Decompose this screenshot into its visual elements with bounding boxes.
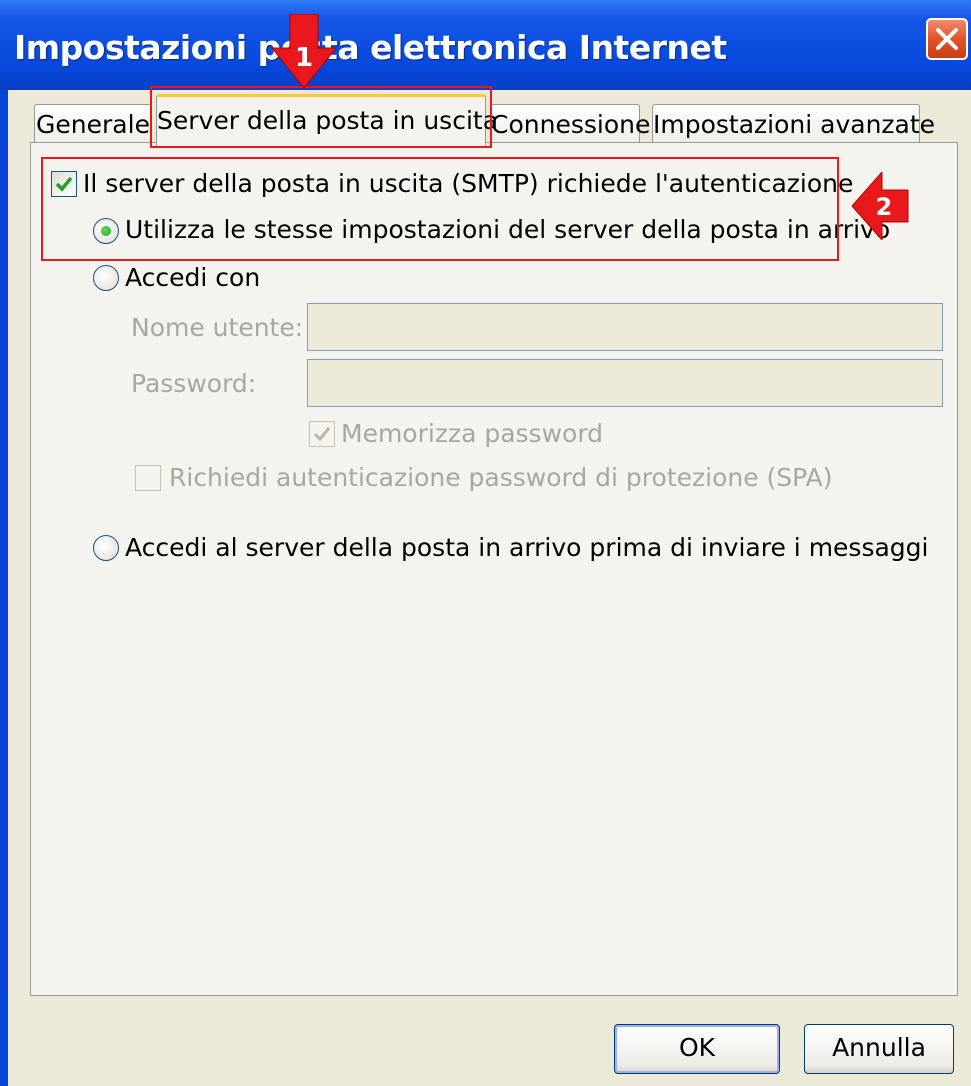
step-2-arrow-icon: 2: [851, 170, 910, 244]
tab-panel: Il server della posta in uscita (SMTP) r…: [30, 142, 958, 996]
tab-generale[interactable]: Generale: [34, 104, 152, 146]
spa-checkbox[interactable]: [135, 465, 161, 491]
tab-impostazioni-avanzate[interactable]: Impostazioni avanzate: [652, 104, 935, 146]
tab-server-posta-uscita[interactable]: Server della posta in uscita: [156, 94, 498, 148]
username-input[interactable]: [307, 303, 943, 351]
smtp-auth-checkbox[interactable]: [51, 171, 77, 197]
radio-login-before-sending-label: Accedi al server della posta in arrivo p…: [125, 533, 929, 562]
dialog-body: Generale Server della posta in uscita Co…: [8, 86, 971, 1086]
radio-selected-dot: [101, 226, 111, 236]
ok-button[interactable]: OK: [614, 1024, 780, 1074]
radio-login-with[interactable]: [93, 265, 119, 291]
tab-connessione[interactable]: Connessione: [490, 104, 650, 146]
window-title: Impostazioni posta elettronica Internet: [14, 28, 727, 67]
spa-label: Richiedi autenticazione password di prot…: [169, 463, 833, 492]
radio-login-with-label: Accedi con: [125, 263, 261, 292]
password-label: Password:: [131, 369, 257, 398]
cancel-button-label: Annulla: [832, 1033, 926, 1062]
password-input[interactable]: [307, 359, 943, 407]
step-2-number: 2: [876, 193, 893, 221]
remember-password-checkbox[interactable]: [309, 421, 335, 447]
step-1-arrow-icon: 1: [270, 13, 338, 94]
tab-label: Generale: [36, 110, 150, 139]
ok-button-label: OK: [678, 1033, 716, 1062]
tab-label: Server della posta in uscita: [157, 106, 499, 135]
remember-password-label: Memorizza password: [341, 419, 604, 448]
title-bar[interactable]: Impostazioni posta elettronica Internet: [0, 0, 971, 90]
cancel-button[interactable]: Annulla: [804, 1024, 954, 1074]
checkmark-icon: [313, 427, 331, 442]
close-icon: [936, 28, 958, 50]
radio-same-settings[interactable]: [93, 218, 119, 244]
username-label: Nome utente:: [131, 313, 304, 342]
tab-label: Connessione: [491, 110, 651, 139]
radio-login-before-sending[interactable]: [93, 535, 119, 561]
tab-label: Impostazioni avanzate: [653, 110, 936, 139]
smtp-auth-label: Il server della posta in uscita (SMTP) r…: [83, 169, 854, 198]
checkmark-icon: [55, 176, 73, 192]
radio-same-settings-label: Utilizza le stesse impostazioni del serv…: [125, 215, 891, 244]
close-button[interactable]: [926, 18, 968, 60]
step-1-number: 1: [295, 43, 313, 73]
dialog-window: Impostazioni posta elettronica Internet …: [0, 0, 971, 1086]
